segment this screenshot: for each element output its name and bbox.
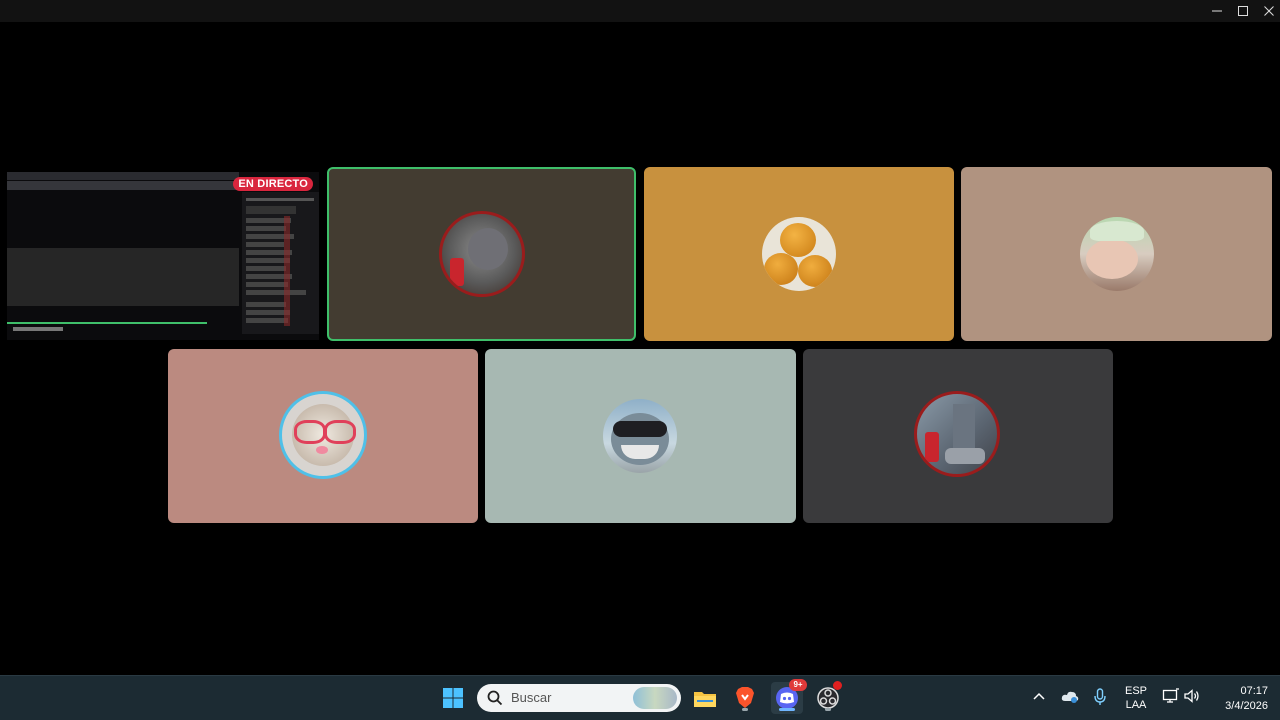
participant-tile-5[interactable] — [485, 349, 796, 523]
taskbar-obs[interactable] — [812, 681, 844, 714]
clock-time: 07:17 — [1240, 685, 1268, 697]
shark-goggles-avatar — [603, 399, 677, 473]
stream-preview-tile[interactable]: EN DIRECTO — [7, 172, 319, 340]
show-hidden-icons-button[interactable] — [1032, 689, 1046, 706]
clock-date: 3/4/2026 — [1225, 700, 1268, 712]
close-icon — [1264, 6, 1274, 16]
clock[interactable]: 07:17 3/4/2026 — [1208, 684, 1268, 714]
building-avatar — [914, 391, 1000, 477]
cat-glasses-avatar — [279, 391, 367, 479]
chevron-up-icon — [1033, 692, 1045, 700]
participant-tile-1[interactable] — [327, 167, 636, 341]
window-titlebar — [0, 0, 1280, 22]
volume-tray-button[interactable] — [1183, 688, 1201, 707]
microphone-tray-button[interactable] — [1093, 688, 1107, 709]
participant-tile-4[interactable] — [168, 349, 478, 523]
participant-tile-2[interactable] — [644, 167, 954, 341]
language-code: ESP — [1124, 685, 1147, 697]
stream-progress-bar — [7, 322, 207, 324]
orange-balls-avatar — [762, 217, 836, 291]
obs-running-indicator — [825, 708, 831, 711]
language-indicator[interactable]: ESP LAA — [1123, 684, 1149, 712]
taskbar-search[interactable]: Buscar — [477, 684, 681, 712]
start-button[interactable] — [437, 682, 469, 714]
search-placeholder: Buscar — [511, 690, 552, 705]
close-button[interactable] — [1256, 0, 1280, 22]
maximize-button[interactable] — [1230, 0, 1256, 22]
onedrive-tray-button[interactable] — [1061, 689, 1079, 706]
network-icon — [1162, 688, 1179, 703]
obs-recording-dot — [833, 681, 842, 690]
taskbar-brave[interactable] — [729, 682, 761, 714]
minimize-icon — [1212, 10, 1222, 12]
keyboard-layout: LAA — [1125, 699, 1147, 711]
file-explorer-icon — [694, 692, 716, 707]
discord-notification-badge: 9+ — [789, 679, 807, 691]
participant-tile-6[interactable] — [803, 349, 1113, 523]
windows-start-icon — [443, 688, 463, 708]
discord-running-indicator — [779, 708, 795, 711]
brave-browser-icon — [736, 687, 754, 708]
volume-icon — [1184, 689, 1199, 703]
onedrive-cloud-icon — [1061, 691, 1079, 703]
stream-chat-panel — [242, 192, 319, 334]
minimize-button[interactable] — [1204, 0, 1230, 22]
taskbar-discord[interactable]: 9+ — [771, 679, 807, 714]
maximize-icon — [1238, 6, 1248, 16]
stream-browser-tabbar — [7, 172, 239, 180]
participant-tile-3[interactable] — [961, 167, 1272, 341]
taskbar-file-explorer[interactable] — [689, 682, 721, 714]
microphone-icon — [1094, 688, 1106, 705]
mouse-cartoon-avatar — [439, 211, 525, 297]
search-highlight-image — [633, 687, 677, 709]
person-cap-avatar — [1080, 217, 1154, 291]
network-tray-button[interactable] — [1162, 688, 1180, 707]
live-badge: EN DIRECTO — [233, 177, 313, 191]
brave-running-indicator — [742, 708, 748, 711]
stream-player-controls — [13, 327, 63, 331]
search-icon — [487, 690, 503, 706]
stream-browser-addressbar — [7, 181, 239, 190]
stream-video-area — [7, 248, 239, 306]
